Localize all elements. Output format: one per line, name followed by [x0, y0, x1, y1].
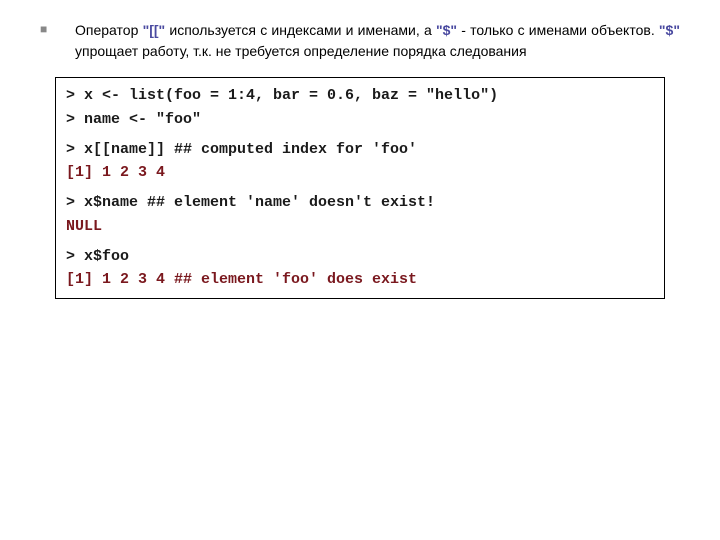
code-line-5: > x$name ## element 'name' doesn't exist…: [66, 191, 654, 215]
code-line-1: > x <- list(foo = 1:4, bar = 0.6, baz = …: [66, 84, 654, 108]
code-line-6: NULL: [66, 215, 654, 239]
code-line-7: > x$foo: [66, 245, 654, 269]
operator-dollar-1: "$": [436, 22, 457, 38]
operator-double-bracket: "[[": [143, 22, 166, 38]
operator-dollar-2: "$": [659, 22, 680, 38]
code-block: > x <- list(foo = 1:4, bar = 0.6, baz = …: [55, 77, 665, 299]
bullet-text-d: упрощает работу, т.к. не требуется опред…: [75, 43, 527, 59]
code-line-2: > name <- "foo": [66, 108, 654, 132]
bullet-text-a: Оператор: [75, 22, 143, 38]
bullet-text: Оператор "[[" используется с индексами и…: [75, 20, 680, 62]
bullet-text-b: используется с индексами и именами, а: [165, 22, 436, 38]
code-line-4: [1] 1 2 3 4: [66, 161, 654, 185]
bullet-item: ■ Оператор "[[" используется с индексами…: [0, 20, 720, 62]
code-line-3: > x[[name]] ## computed index for 'foo': [66, 138, 654, 162]
code-line-8: [1] 1 2 3 4 ## element 'foo' does exist: [66, 268, 654, 292]
bullet-marker: ■: [40, 20, 75, 62]
bullet-text-c: - только с именами объектов.: [457, 22, 659, 38]
